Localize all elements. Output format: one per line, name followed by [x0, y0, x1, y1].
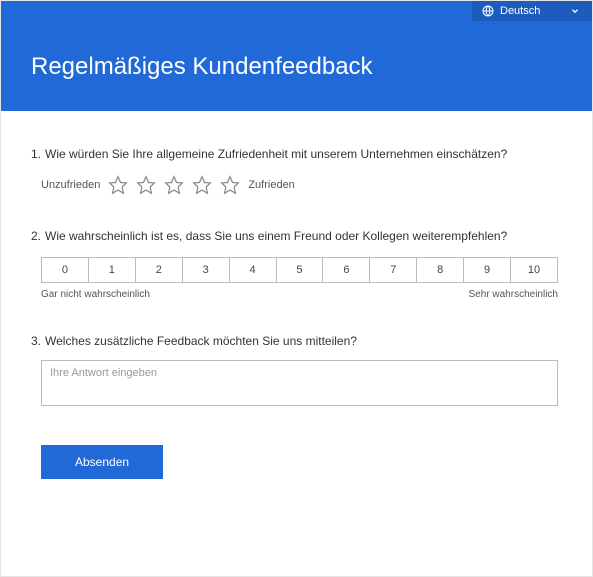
feedback-textarea[interactable] — [41, 360, 558, 406]
star-4[interactable] — [192, 175, 212, 195]
rating-low-label: Unzufrieden — [41, 179, 100, 191]
star-3[interactable] — [164, 175, 184, 195]
nps-scale: 0 1 2 3 4 5 6 7 8 9 10 — [41, 257, 558, 283]
q2-number: 2. — [31, 229, 41, 243]
star-group — [108, 175, 240, 195]
chevron-down-icon — [570, 6, 580, 16]
rating-high-label: Zufrieden — [248, 179, 294, 191]
nps-4[interactable]: 4 — [230, 258, 277, 282]
page-title: Regelmäßiges Kundenfeedback — [31, 53, 373, 81]
language-label: Deutsch — [500, 5, 564, 17]
nps-high-label: Sehr wahrscheinlich — [469, 289, 559, 300]
star-rating: Unzufrieden Zufrieden — [41, 175, 562, 195]
nps-8[interactable]: 8 — [417, 258, 464, 282]
question-1: 1. Wie würden Sie Ihre allgemeine Zufrie… — [31, 147, 562, 195]
nps-10[interactable]: 10 — [511, 258, 557, 282]
language-selector[interactable]: Deutsch — [472, 1, 592, 21]
star-5[interactable] — [220, 175, 240, 195]
form-content: 1. Wie würden Sie Ihre allgemeine Zufrie… — [1, 111, 592, 499]
q2-text: Wie wahrscheinlich ist es, dass Sie uns … — [45, 229, 507, 243]
q1-text: Wie würden Sie Ihre allgemeine Zufrieden… — [45, 147, 507, 161]
q1-number: 1. — [31, 147, 41, 161]
globe-icon — [482, 5, 494, 17]
nps-low-label: Gar nicht wahrscheinlich — [41, 289, 150, 300]
star-1[interactable] — [108, 175, 128, 195]
q3-number: 3. — [31, 334, 41, 348]
nps-5[interactable]: 5 — [277, 258, 324, 282]
question-3: 3. Welches zusätzliche Feedback möchten … — [31, 334, 562, 411]
form-header: Deutsch Regelmäßiges Kundenfeedback — [1, 1, 592, 111]
question-2: 2. Wie wahrscheinlich ist es, dass Sie u… — [31, 229, 562, 300]
nps-1[interactable]: 1 — [89, 258, 136, 282]
nps-2[interactable]: 2 — [136, 258, 183, 282]
submit-button[interactable]: Absenden — [41, 445, 163, 479]
nps-0[interactable]: 0 — [42, 258, 89, 282]
nps-3[interactable]: 3 — [183, 258, 230, 282]
nps-6[interactable]: 6 — [323, 258, 370, 282]
q3-text: Welches zusätzliche Feedback möchten Sie… — [45, 334, 357, 348]
nps-7[interactable]: 7 — [370, 258, 417, 282]
star-2[interactable] — [136, 175, 156, 195]
nps-9[interactable]: 9 — [464, 258, 511, 282]
